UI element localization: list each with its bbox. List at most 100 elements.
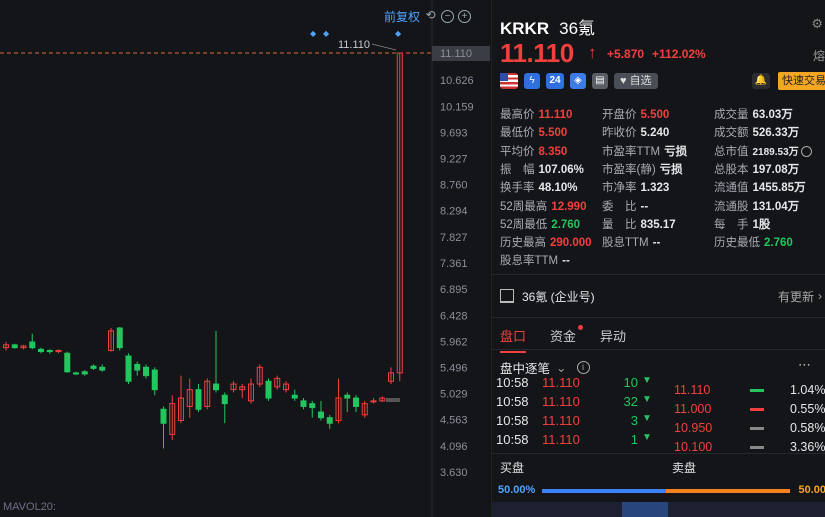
quote-header: KRKR 36氪 xyxy=(500,14,595,39)
buy-sell-labels: 买盘 卖盘 xyxy=(500,459,825,476)
stat-value: 亏损 xyxy=(664,145,688,158)
trade-price: 11.110 xyxy=(542,394,580,409)
zoom-out-icon[interactable]: − xyxy=(441,10,455,23)
stat-value: 2.760 xyxy=(551,218,581,231)
trade-price: 11.110 xyxy=(542,375,580,390)
stat-label: 52周最高 xyxy=(500,200,548,213)
stat-label: 市盈率(静) xyxy=(602,163,656,176)
zoom-in-icon[interactable]: + xyxy=(458,10,472,23)
book-row: 10.950 0.58% xyxy=(674,421,825,435)
candle-body xyxy=(370,400,377,403)
candle-body xyxy=(318,411,324,419)
stat-label: 市净率 xyxy=(602,182,637,195)
stat-value: 835.17 xyxy=(640,218,676,231)
company-account-row[interactable]: 36氪 (企业号) 有更新 › xyxy=(500,278,822,314)
stat-item: 市盈率TTM 亏损 xyxy=(602,143,687,159)
candle-body xyxy=(221,394,228,405)
stat-label: 振 幅 xyxy=(500,163,535,176)
book-depth-strip xyxy=(492,502,825,517)
tab-order-book[interactable]: 盘口 xyxy=(500,326,527,353)
stat-label: 每 手 xyxy=(714,218,749,231)
candle-body xyxy=(143,366,149,377)
stat-value: 2189.53万 xyxy=(752,146,799,158)
trade-volume: 10 xyxy=(623,375,638,390)
stat-item: 振 幅 107.06% xyxy=(500,161,584,177)
stat-value: 63.03万 xyxy=(752,109,793,121)
sell-bar xyxy=(666,489,790,493)
adjust-mode-button[interactable]: 前复权 xyxy=(384,8,420,25)
stat-value: 亏损 xyxy=(659,163,683,176)
candlestick-chart[interactable]: 11.110 10.626 10.159 9.693 9.227 8.760 8.294 7.… xyxy=(0,0,490,517)
stat-item: 平均价 8.350 xyxy=(500,143,567,159)
chart-pane[interactable]: 11.110 10.626 10.159 9.693 9.227 8.760 8.294 7.… xyxy=(0,0,490,517)
undo-icon[interactable]: ⟲ xyxy=(424,9,437,23)
candle-body xyxy=(38,348,44,353)
book-price: 11.000 xyxy=(674,402,712,416)
sell-pct: 50.00 xyxy=(798,484,825,496)
book-row: 11.000 0.55% xyxy=(674,402,825,416)
more-options-icon[interactable]: ⋯ xyxy=(798,357,811,373)
price-tick-label: 5.496 xyxy=(440,362,468,374)
stat-item: 每 手 1股 xyxy=(714,216,770,232)
candle-body xyxy=(99,366,106,371)
book-price: 10.100 xyxy=(674,440,713,454)
stat-label: 52周最低 xyxy=(500,218,548,231)
badge-24h[interactable]: 24 xyxy=(546,73,564,89)
quick-trade-button[interactable]: 快速交易 xyxy=(778,72,825,90)
price-tick-label: 9.693 xyxy=(440,127,468,139)
stat-item: 总股本 197.08万 xyxy=(714,161,799,177)
stat-value: 197.08万 xyxy=(752,163,800,176)
stat-label: 最高价 xyxy=(500,109,535,121)
tab-movement[interactable]: 异动 xyxy=(600,326,626,345)
price-tick-label: 9.227 xyxy=(440,153,468,165)
badge-row: ϟ 24 ◈ ▤ ♥ 自选 xyxy=(500,73,658,89)
candle-body xyxy=(64,352,71,373)
candle-body xyxy=(11,344,18,349)
trade-row: 10:58 11.110 32 ▼ xyxy=(496,394,652,409)
trade-volume: 1 xyxy=(630,432,638,447)
settings-icon[interactable]: ⚙ xyxy=(811,16,823,32)
stat-label: 流通股 xyxy=(714,200,749,213)
circuit-breaker-label: 熔 xyxy=(812,49,825,63)
candle-body xyxy=(46,349,53,353)
tag-icon[interactable]: ◈ xyxy=(570,73,586,89)
price-tick-label: 4.563 xyxy=(440,415,468,427)
more-icon[interactable] xyxy=(800,146,812,158)
trade-time: 10:58 xyxy=(496,432,529,447)
stat-label: 成交量 xyxy=(714,109,749,121)
book-price: 10.950 xyxy=(674,421,713,435)
candle-body xyxy=(353,397,359,407)
book-pct: 3.36% xyxy=(790,440,825,454)
buy-sell-ratio: 50.00% 50.00 xyxy=(492,484,825,498)
info-icon[interactable]: i xyxy=(576,361,590,374)
price-tick-label: 6.895 xyxy=(440,284,468,296)
bell-icon[interactable]: 🔔 xyxy=(752,73,770,89)
trade-time: 10:58 xyxy=(496,394,529,409)
stat-value: -- xyxy=(562,255,570,268)
chevron-down-icon: ⌄ xyxy=(556,361,567,375)
candle-body xyxy=(134,363,141,371)
stat-item: 市净率 1.323 xyxy=(602,179,669,195)
book-bar xyxy=(750,408,764,411)
add-watchlist-button[interactable]: ♥ 自选 xyxy=(614,73,658,89)
stat-label: 昨收价 xyxy=(602,127,637,140)
tab-capital[interactable]: 资金 xyxy=(550,325,584,345)
trade-price: 11.110 xyxy=(542,413,580,428)
up-arrow-icon: ↑ xyxy=(588,43,597,62)
candle-body xyxy=(213,383,219,391)
trade-volume: 32 xyxy=(623,394,638,409)
stat-value: 12.990 xyxy=(551,200,587,213)
divider xyxy=(492,453,825,454)
price-tick-label: 5.962 xyxy=(440,336,468,348)
tab-capital-label: 资金 xyxy=(550,329,577,344)
price-tick-label: 11.110 xyxy=(440,48,472,60)
stat-value: 2.760 xyxy=(764,237,793,250)
lightning-icon[interactable]: ϟ xyxy=(524,73,540,89)
trade-row: 10:58 11.110 3 ▼ xyxy=(496,413,652,428)
trade-price: 11.110 xyxy=(542,432,580,447)
document-icon[interactable]: ▤ xyxy=(592,73,608,89)
candle-body xyxy=(195,389,202,410)
mavol-label: MAVOL20: xyxy=(3,501,56,513)
company-account-name: 36氪 (企业号) xyxy=(522,289,595,304)
stat-label: 最低价 xyxy=(500,127,535,140)
